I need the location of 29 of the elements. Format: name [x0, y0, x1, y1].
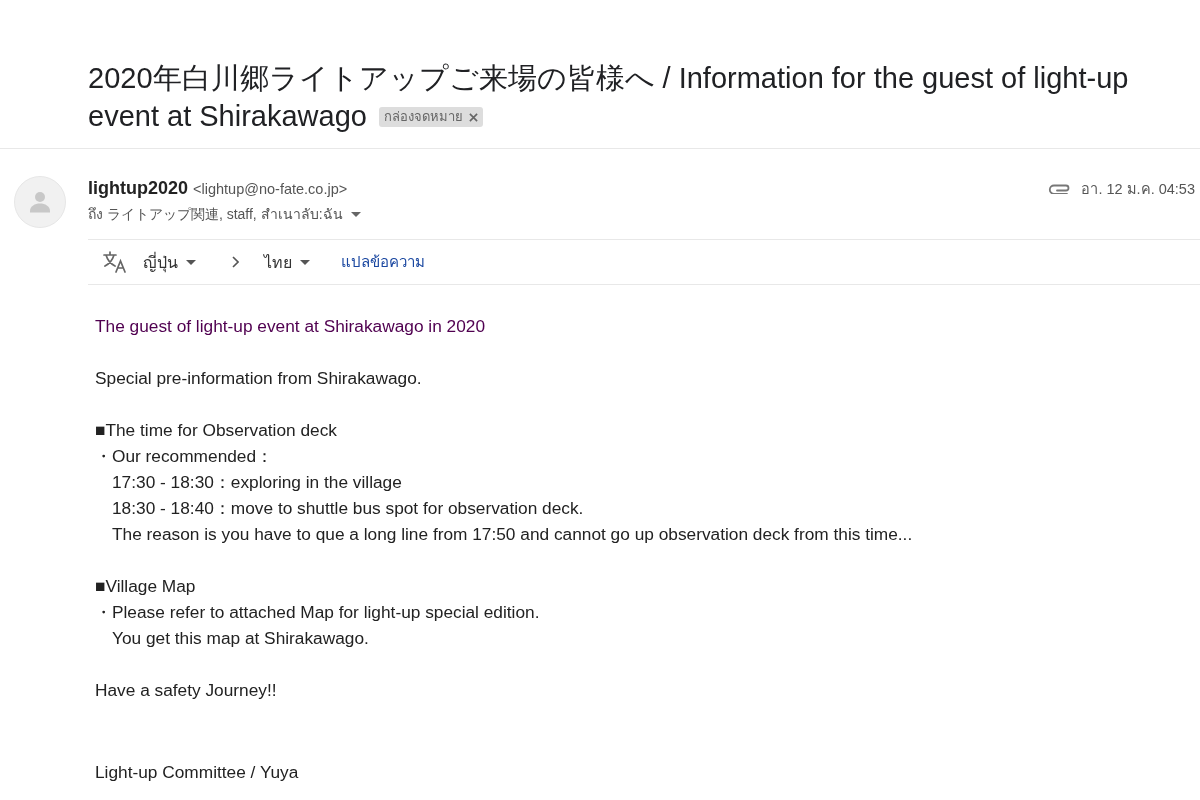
message-line: Have a safety Journey!!	[95, 679, 277, 702]
sender-name: lightup2020	[88, 177, 189, 199]
message-line: The guest of light-up event at Shirakawago in 2020	[95, 315, 486, 338]
message-line: ・Please refer to attached Map for light-up special edition.	[95, 601, 540, 624]
message-date: อา. 12 ม.ค. 04:53	[1081, 179, 1195, 199]
caret-icon[interactable]	[350, 211, 361, 217]
avatar-icon	[14, 176, 66, 228]
message-line: 17:30 - 18:30：exploring in the village	[112, 471, 402, 494]
message-line: ・Our recommended：	[95, 445, 274, 468]
recipients-text: ถึง ライトアップ関連, staff, สำเนาลับ:ฉัน	[88, 205, 343, 224]
caret-icon	[300, 259, 310, 265]
message-line: You get this map at Shirakawago.	[112, 627, 369, 650]
source-language-dropdown[interactable]: ญี่ปุ่น	[143, 249, 196, 275]
message-line: ■Village Map	[95, 575, 196, 598]
email-subject: event at Shirakawago	[88, 99, 367, 134]
label-tag[interactable]: กล่องจดหมาย	[378, 107, 483, 127]
translate-icon	[103, 251, 127, 273]
chevron-right-icon	[232, 256, 239, 268]
email-subject: 2020年白川郷ライトアップご来場の皆様へ / Information for the guest of light-up	[88, 61, 1129, 96]
target-language-dropdown[interactable]: ไทย	[264, 249, 310, 275]
sender-email: <lightup@no-fate.co.jp>	[193, 180, 348, 197]
translate-message-link[interactable]: แปลข้อความ	[341, 250, 425, 274]
message-line: Special pre-information from Shirakawago.	[95, 367, 422, 390]
message-line: The reason is you have to que a long line from 17:50 and cannot go up observation deck from this time...	[112, 523, 913, 546]
close-icon[interactable]	[468, 112, 478, 122]
message-line: Light-up Committee / Yuya	[95, 761, 299, 784]
message-line: 18:30 - 18:40：move to shuttle bus spot for observation deck.	[112, 497, 584, 520]
message-line: ■The time for Observation deck	[95, 419, 337, 442]
caret-icon	[186, 259, 196, 265]
